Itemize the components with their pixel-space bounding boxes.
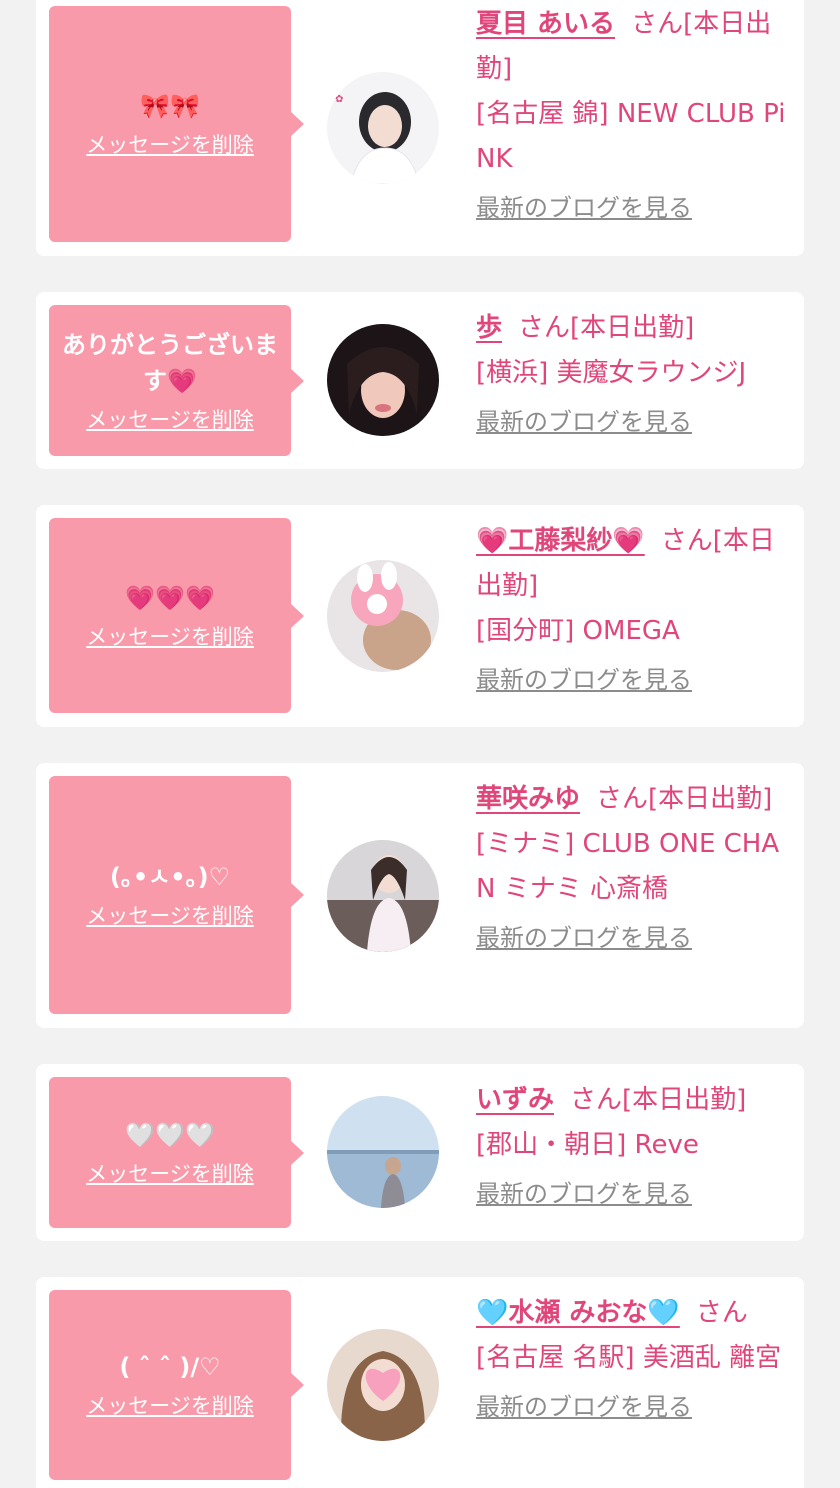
shop-name: [郡山・朝日] Reve xyxy=(476,1130,699,1160)
message-text: 💗💗💗 xyxy=(125,583,215,612)
latest-blog-link[interactable]: 最新のブログを見る xyxy=(476,922,794,954)
avatar[interactable] xyxy=(327,1096,439,1208)
list-item: (｡•ㅅ•｡)♡ メッセージを削除 華咲みゆ さん[本日出勤] [ミナミ] CLU… xyxy=(36,763,804,1028)
message-text: ( ˆ ˆ )/♡ xyxy=(119,1353,221,1381)
delete-message-link[interactable]: メッセージを削除 xyxy=(86,130,254,160)
latest-blog-link[interactable]: 最新のブログを見る xyxy=(476,406,794,438)
list-item: ありがとうございます💗 メッセージを削除 歩さん[本日出勤] [横浜] 美魔女ラ… xyxy=(36,292,804,469)
cast-name-link[interactable]: 夏目 あいる xyxy=(476,9,615,39)
avatar[interactable] xyxy=(327,840,439,952)
avatar[interactable] xyxy=(327,324,439,436)
cast-info: 夏目 あいる さん[本日出勤] [名古屋 錦] NEW CLUB PiNK 最新の… xyxy=(476,2,794,224)
list-item: ( ˆ ˆ )/♡ メッセージを削除 🩵水瀬 みおな🩵 さん [名古屋 名駅] 美… xyxy=(36,1277,804,1488)
latest-blog-link[interactable]: 最新のブログを見る xyxy=(476,1391,794,1423)
attendance-status: [本日出勤] xyxy=(622,1085,747,1115)
honorific: さん xyxy=(518,313,571,343)
shop-name: [名古屋 名駅] 美酒乱 離宮 xyxy=(476,1343,782,1373)
attendance-status: [本日出勤] xyxy=(648,784,773,814)
delete-message-link[interactable]: メッセージを削除 xyxy=(86,1391,254,1421)
cast-name-link[interactable]: 🩵水瀬 みおな🩵 xyxy=(476,1298,680,1328)
cast-info: 💗工藤梨紗💗 さん[本日出勤] [国分町] OMEGA 最新のブログを見る xyxy=(476,519,794,696)
message-text: 🎀🎀 xyxy=(140,92,200,120)
attendance-status: [本日出勤] xyxy=(570,313,695,343)
latest-blog-link[interactable]: 最新のブログを見る xyxy=(476,192,794,224)
cast-info: いずみ さん[本日出勤] [郡山・朝日] Reve 最新のブログを見る xyxy=(476,1078,794,1210)
shop-name: [ミナミ] CLUB ONE CHAN ミナミ 心斎橋 xyxy=(476,829,780,904)
cast-name-link[interactable]: いずみ xyxy=(476,1085,554,1115)
message-text: 🤍🤍🤍 xyxy=(125,1120,215,1149)
shop-name: [国分町] OMEGA xyxy=(476,616,680,646)
honorific: さん xyxy=(596,784,649,814)
list-item: 🎀🎀 メッセージを削除 ✿ 夏目 あいる さん[本日出勤] [名古屋 錦] NEW… xyxy=(36,0,804,256)
message-bubble: 💗💗💗 メッセージを削除 xyxy=(49,518,304,713)
message-text: (｡•ㅅ•｡)♡ xyxy=(109,863,231,891)
message-bubble: ( ˆ ˆ )/♡ メッセージを削除 xyxy=(49,1290,304,1480)
delete-message-link[interactable]: メッセージを削除 xyxy=(86,901,254,931)
delete-message-link[interactable]: メッセージを削除 xyxy=(86,405,254,435)
message-bubble: ありがとうございます💗 メッセージを削除 xyxy=(49,305,304,456)
honorific: さん xyxy=(695,1298,748,1328)
shop-name: [横浜] 美魔女ラウンジJ xyxy=(476,358,747,388)
avatar[interactable] xyxy=(327,560,439,672)
delete-message-link[interactable]: メッセージを削除 xyxy=(86,622,254,652)
list-item: 🤍🤍🤍 メッセージを削除 いずみ さん[本日出勤] [郡山・朝日] Reve 最新… xyxy=(36,1064,804,1241)
cast-info: 🩵水瀬 みおな🩵 さん [名古屋 名駅] 美酒乱 離宮 最新のブログを見る xyxy=(476,1291,794,1423)
favorites-list: 🎀🎀 メッセージを削除 ✿ 夏目 あいる さん[本日出勤] [名古屋 錦] NEW… xyxy=(0,0,840,1488)
svg-text:✿: ✿ xyxy=(335,94,343,105)
cast-info: 華咲みゆ さん[本日出勤] [ミナミ] CLUB ONE CHAN ミナミ 心斎橋… xyxy=(476,777,794,954)
message-bubble: (｡•ㅅ•｡)♡ メッセージを削除 xyxy=(49,776,304,1014)
honorific: さん xyxy=(631,9,684,39)
list-item: 💗💗💗 メッセージを削除 💗工藤梨紗💗 さん[本日出勤] [国分町] OMEGA … xyxy=(36,505,804,727)
message-bubble: 🤍🤍🤍 メッセージを削除 xyxy=(49,1077,304,1228)
honorific: さん xyxy=(660,526,713,556)
cast-name-link[interactable]: 歩 xyxy=(476,313,502,343)
honorific: さん xyxy=(570,1085,623,1115)
delete-message-link[interactable]: メッセージを削除 xyxy=(86,1159,254,1189)
message-text: ありがとうございます💗 xyxy=(62,330,278,395)
message-bubble: 🎀🎀 メッセージを削除 xyxy=(49,6,304,242)
cast-info: 歩さん[本日出勤] [横浜] 美魔女ラウンジJ 最新のブログを見る xyxy=(476,306,794,438)
avatar[interactable] xyxy=(327,1329,439,1441)
avatar[interactable]: ✿ xyxy=(327,72,439,184)
cast-name-link[interactable]: 💗工藤梨紗💗 xyxy=(476,526,645,556)
latest-blog-link[interactable]: 最新のブログを見る xyxy=(476,1178,794,1210)
latest-blog-link[interactable]: 最新のブログを見る xyxy=(476,664,794,696)
shop-name: [名古屋 錦] NEW CLUB PiNK xyxy=(476,99,786,174)
cast-name-link[interactable]: 華咲みゆ xyxy=(476,784,580,814)
